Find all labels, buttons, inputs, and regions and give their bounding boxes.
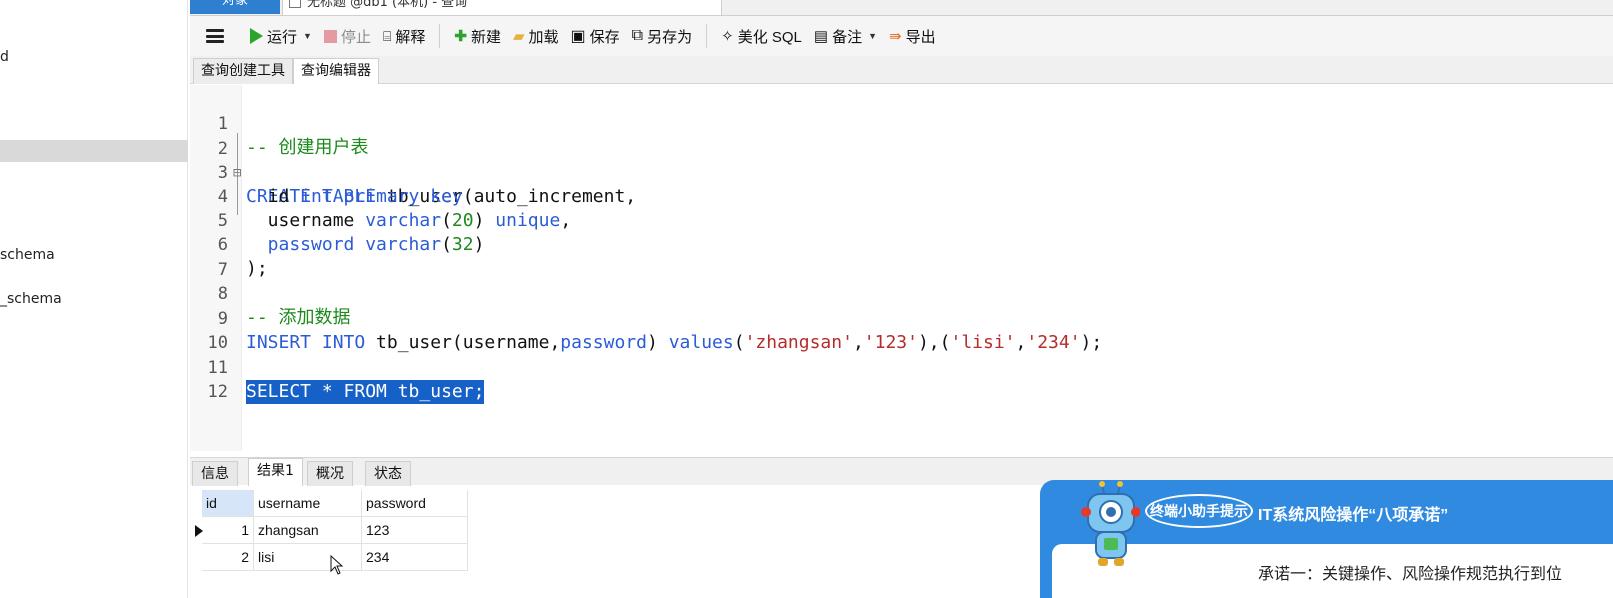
tab-result-1[interactable]: 结果1 bbox=[248, 458, 303, 486]
tab-overview[interactable]: 概况 bbox=[307, 461, 353, 486]
magic-wand-icon: ✧ bbox=[721, 28, 734, 45]
document-icon: ▤ bbox=[813, 28, 829, 45]
run-label: 运行 bbox=[267, 28, 298, 46]
tab-objects[interactable]: 对象 bbox=[190, 0, 280, 14]
popup-title: IT系统风险操作“八项承诺” bbox=[1258, 507, 1449, 524]
code-line-6[interactable]: 6 ); bbox=[190, 209, 1613, 279]
popup-message: 承诺一：关键操作、风险操作规范执行到位 bbox=[1258, 566, 1563, 583]
tree-item-selected[interactable] bbox=[0, 140, 188, 162]
code-line-9[interactable]: 9 INSERT INTO tb_user(username,password)… bbox=[190, 283, 1613, 353]
object-tree-panel: d schema _schema bbox=[0, 0, 188, 598]
table-cell-password[interactable]: 123 bbox=[362, 517, 468, 544]
mouse-cursor-icon bbox=[330, 555, 344, 575]
code-line-2[interactable]: 2 ⊟ CREATE TABLE tb_user( bbox=[190, 113, 1613, 207]
assistant-notification-popup[interactable]: 终端小助手提示 IT系统风险操作“八项承诺” 承诺一：关键操作、风险操作规范执行… bbox=[1040, 480, 1613, 598]
tree-item-schema[interactable]: schema bbox=[0, 247, 55, 263]
editor-mode-tabs: 查询创建工具 查询编辑器 bbox=[190, 56, 1613, 84]
code-line-12[interactable]: 12 bbox=[190, 356, 1613, 402]
selected-sql-text[interactable]: SELECT * FROM tb_user; bbox=[246, 380, 485, 404]
tab-query-editor[interactable]: 查询编辑器 bbox=[293, 58, 379, 84]
save-as-button[interactable]: ⧉ 另存为 bbox=[626, 21, 698, 51]
play-icon bbox=[250, 28, 263, 44]
table-cell-id[interactable]: 1 bbox=[202, 517, 254, 544]
hamburger-menu-icon[interactable] bbox=[206, 29, 224, 43]
code-line-1[interactable]: 1 -- 创建用户表 bbox=[190, 88, 1613, 158]
new-button[interactable]: ✚ 新建 bbox=[448, 21, 507, 51]
tree-item-schema-2[interactable]: _schema bbox=[0, 291, 62, 307]
tab-query[interactable]: 无标题 @db1 (本机) - 查询 bbox=[282, 0, 722, 15]
save-label: 保存 bbox=[589, 28, 620, 46]
toolbar-separator bbox=[439, 24, 441, 48]
run-button[interactable]: 运行 ▼ bbox=[244, 21, 318, 51]
query-toolbar: 运行 ▼ 停止 ⌸ 解释 ✚ 新建 ▰ 加载 ▣ 保存 ⧉ 另存为 ✧ 美化 S… bbox=[190, 16, 1613, 56]
beautify-label: 美化 SQL bbox=[737, 28, 802, 46]
new-label: 新建 bbox=[470, 28, 501, 46]
beautify-sql-button[interactable]: ✧ 美化 SQL bbox=[715, 21, 808, 51]
sql-editor[interactable]: 1 -- 创建用户表 2 ⊟ CREATE TABLE tb_user( 3 i… bbox=[190, 85, 1613, 451]
run-dropdown-icon[interactable]: ▼ bbox=[303, 31, 312, 41]
code-line-4[interactable]: 4 username varchar(20) unique, bbox=[190, 161, 1613, 231]
code-line-10[interactable]: 10 bbox=[190, 307, 1613, 353]
load-label: 加载 bbox=[528, 28, 559, 46]
table-cell-username[interactable]: lisi bbox=[254, 544, 362, 571]
comment-label: 备注 bbox=[832, 28, 863, 46]
query-tab-label: 无标题 @db1 (本机) - 查询 bbox=[307, 0, 468, 10]
load-button[interactable]: ▰ 加载 bbox=[507, 21, 565, 51]
stop-icon bbox=[323, 29, 337, 43]
tab-status[interactable]: 状态 bbox=[365, 461, 411, 486]
save-button[interactable]: ▣ 保存 bbox=[565, 21, 626, 51]
export-label: 导出 bbox=[905, 28, 936, 46]
assistant-bubble-label: 终端小助手提示 bbox=[1145, 494, 1253, 528]
code-line-5[interactable]: 5 password varchar(32) bbox=[190, 185, 1613, 255]
export-button[interactable]: ⇛ 导出 bbox=[883, 21, 942, 51]
toolbar-separator bbox=[706, 24, 708, 48]
save-icon: ▣ bbox=[570, 28, 586, 45]
tab-query-builder[interactable]: 查询创建工具 bbox=[193, 58, 293, 84]
line-number: 12 bbox=[207, 382, 228, 402]
code-line-7[interactable]: 7 bbox=[190, 234, 1613, 280]
code-line-8[interactable]: 8 -- 添加数据 bbox=[190, 258, 1613, 328]
explain-button[interactable]: ⌸ 解释 bbox=[377, 21, 431, 51]
explain-icon: ⌸ bbox=[382, 27, 392, 44]
table-cell-password[interactable]: 234 bbox=[362, 544, 468, 571]
save-as-icon: ⧉ bbox=[631, 27, 644, 44]
stop-button[interactable]: 停止 bbox=[318, 21, 377, 51]
comment-button[interactable]: ▤ 备注 ▼ bbox=[808, 21, 883, 51]
folder-icon: ▰ bbox=[512, 28, 525, 45]
save-as-label: 另存为 bbox=[647, 28, 693, 46]
table-cell-username[interactable]: zhangsan bbox=[254, 517, 362, 544]
tree-item-db[interactable]: d bbox=[0, 49, 9, 65]
code-line-3[interactable]: 3 id int primary key auto_increment, bbox=[190, 137, 1613, 207]
stop-label: 停止 bbox=[340, 28, 371, 46]
new-query-icon: ✚ bbox=[454, 28, 467, 45]
column-header-password[interactable]: password bbox=[362, 490, 468, 517]
explain-label: 解释 bbox=[395, 28, 426, 46]
export-icon: ⇛ bbox=[889, 28, 902, 45]
tab-info[interactable]: 信息 bbox=[192, 461, 238, 486]
table-cell-id[interactable]: 2 bbox=[202, 544, 254, 571]
column-header-username[interactable]: username bbox=[254, 490, 362, 517]
comment-dropdown-icon[interactable]: ▼ bbox=[868, 31, 877, 41]
document-tabs: 对象 无标题 @db1 (本机) - 查询 bbox=[190, 0, 1613, 16]
column-header-id[interactable]: id bbox=[202, 490, 254, 517]
robot-mascot-icon bbox=[1081, 481, 1140, 566]
query-tab-icon bbox=[289, 0, 301, 8]
code-line-11[interactable]: 11 SELECT * FROM tb_user; bbox=[190, 332, 1613, 404]
